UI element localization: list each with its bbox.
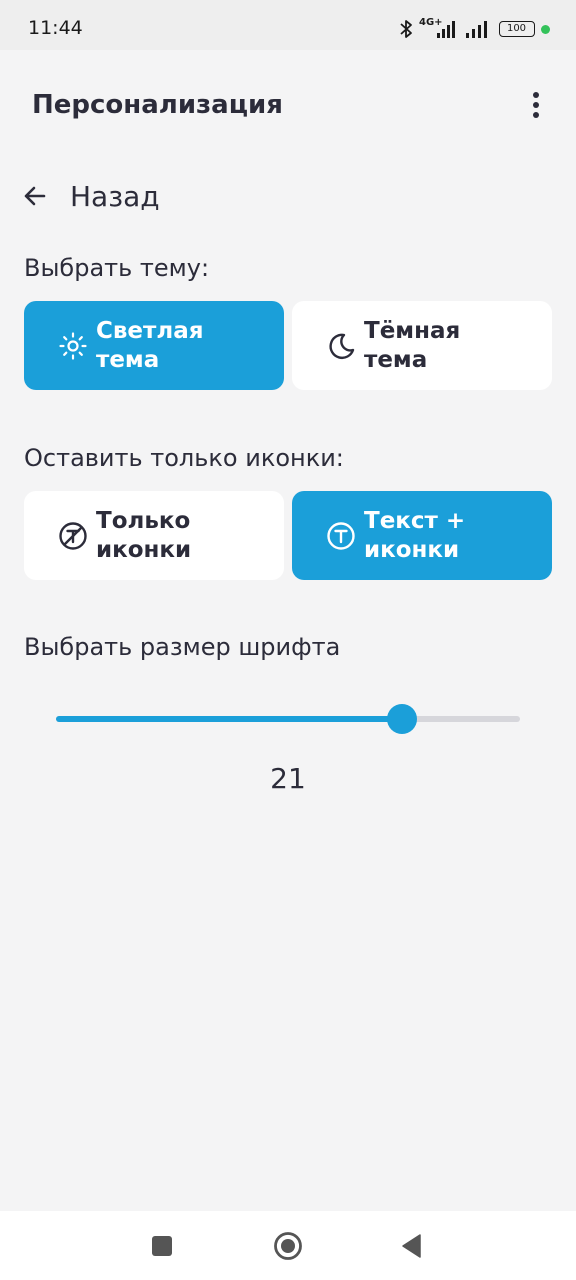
- back-triangle-icon[interactable]: [397, 1231, 427, 1261]
- light-theme-line2: тема: [96, 346, 160, 373]
- more-vertical-icon[interactable]: [526, 90, 546, 120]
- icons-only-line1: Только: [96, 507, 191, 534]
- app-bar: Персонализация: [0, 50, 576, 160]
- text-and-icons-button[interactable]: Текст + иконки: [292, 491, 552, 580]
- icons-section-label: Оставить только иконки:: [24, 444, 344, 472]
- status-bar: 11:44 4G+ 100: [0, 0, 576, 50]
- moon-icon: [329, 333, 355, 359]
- text-and-icons-line1: Текст +: [364, 507, 466, 534]
- navigation-bar: [0, 1211, 576, 1280]
- dot-icon: [541, 24, 550, 34]
- light-theme-label: Светлая тема: [96, 317, 246, 375]
- text-off-icon: [59, 521, 87, 550]
- dark-theme-line1: Тёмная: [364, 317, 461, 344]
- dark-theme-button[interactable]: Тёмная тема: [292, 301, 552, 390]
- battery-level: 100: [506, 23, 527, 34]
- text-icon: [327, 521, 355, 550]
- back-label: Назад: [70, 179, 160, 213]
- recent-apps-icon[interactable]: [147, 1231, 177, 1261]
- battery-icon: 100: [499, 21, 535, 37]
- bluetooth-icon: [400, 20, 412, 38]
- font-size-slider[interactable]: [56, 700, 520, 740]
- icons-only-label: Только иконки: [96, 507, 246, 565]
- dark-theme-label: Тёмная тема: [364, 317, 514, 375]
- status-time: 11:44: [28, 17, 83, 39]
- signal-icon: [466, 21, 487, 38]
- light-theme-line1: Светлая: [96, 317, 204, 344]
- font-size-section-label: Выбрать размер шрифта: [24, 633, 341, 661]
- status-icons: 4G+ 100: [399, 16, 550, 42]
- icons-only-line2: иконки: [96, 536, 192, 563]
- icons-only-button[interactable]: Только иконки: [24, 491, 284, 580]
- signal-icon: 4G+: [419, 17, 459, 41]
- sun-icon: [59, 331, 87, 360]
- page-title: Персонализация: [32, 90, 283, 120]
- text-and-icons-label: Текст + иконки: [364, 507, 514, 565]
- slider-thumb[interactable]: [386, 704, 417, 734]
- text-and-icons-line2: иконки: [364, 536, 460, 563]
- arrow-left-icon: [24, 186, 46, 206]
- font-size-value: 21: [270, 762, 306, 795]
- home-icon[interactable]: [273, 1231, 303, 1261]
- slider-fill: [56, 716, 402, 722]
- theme-section-label: Выбрать тему:: [24, 254, 210, 282]
- back-button[interactable]: Назад: [22, 174, 160, 218]
- light-theme-button[interactable]: Светлая тема: [24, 301, 284, 390]
- dark-theme-line2: тема: [364, 346, 428, 373]
